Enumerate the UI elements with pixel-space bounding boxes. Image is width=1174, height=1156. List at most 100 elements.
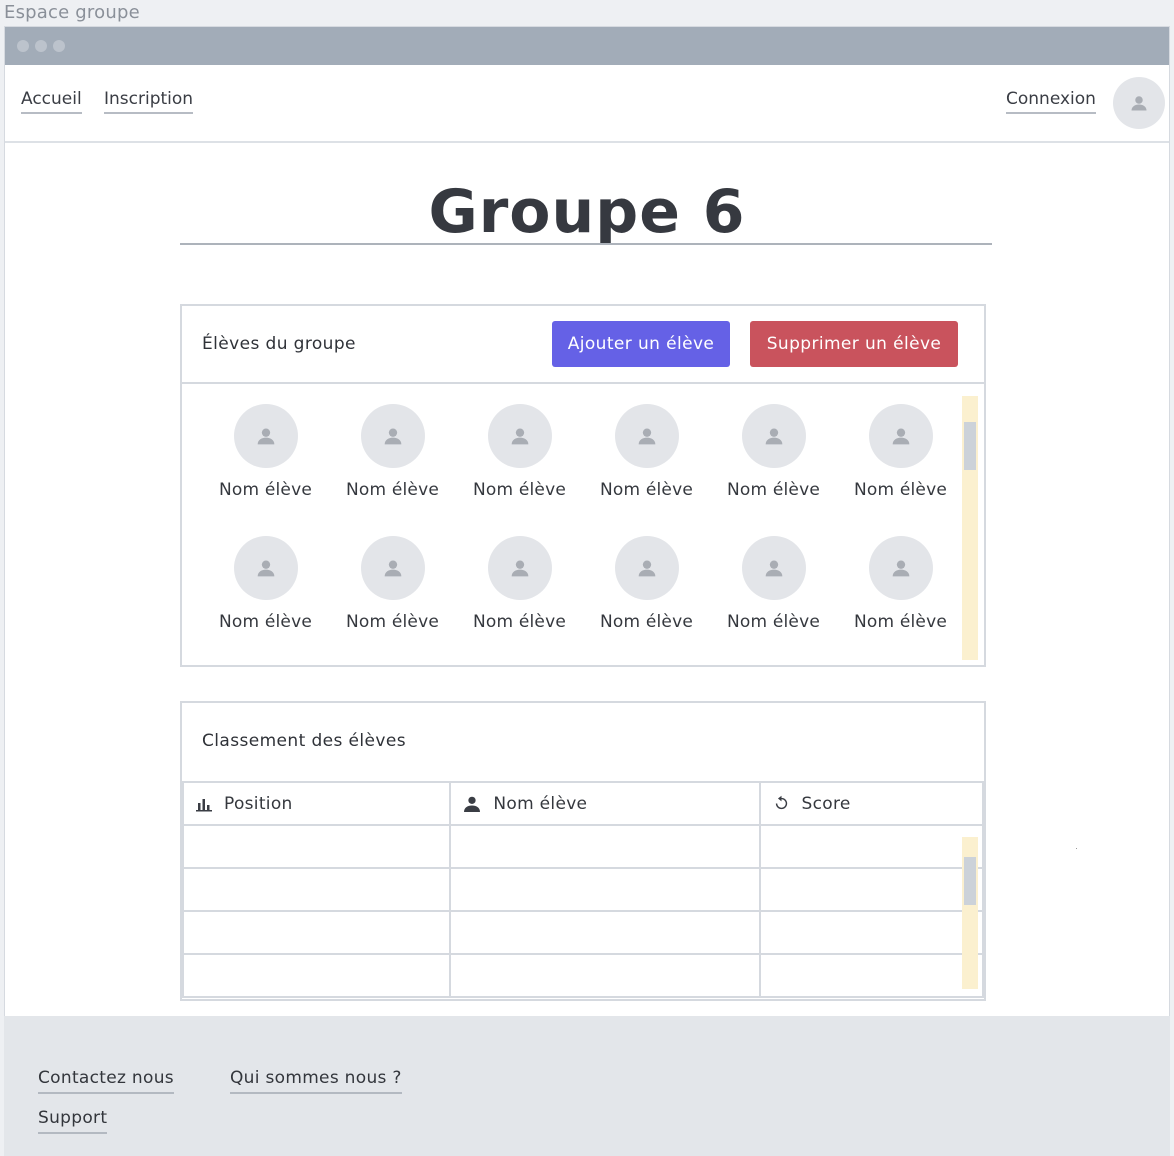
column-header-score[interactable]: Score bbox=[758, 781, 984, 826]
table-row[interactable] bbox=[181, 953, 984, 998]
students-card: Élèves du groupe Ajouter un élève Suppri… bbox=[180, 304, 986, 667]
students-grid: Nom élève Nom élève Nom élève Nom élève Nom … bbox=[202, 404, 964, 632]
table-cell bbox=[181, 953, 452, 998]
student-card[interactable]: Nom élève bbox=[710, 536, 837, 632]
window-dot-icon[interactable] bbox=[53, 40, 65, 52]
student-card[interactable]: Nom élève bbox=[329, 536, 456, 632]
person-icon bbox=[464, 796, 481, 812]
table-cell bbox=[449, 867, 761, 912]
person-icon bbox=[765, 560, 782, 577]
person-icon bbox=[638, 428, 655, 445]
students-scrollbar[interactable] bbox=[962, 396, 978, 660]
window-titlebar bbox=[5, 27, 1169, 65]
ranking-card-header: Classement des élèves bbox=[182, 703, 984, 781]
student-name: Nom élève bbox=[599, 480, 694, 500]
student-name: Nom élève bbox=[853, 480, 948, 500]
nav-link-connexion[interactable]: Connexion bbox=[1006, 89, 1096, 114]
student-card[interactable]: Nom élève bbox=[202, 404, 329, 500]
person-icon bbox=[384, 428, 401, 445]
student-card[interactable]: Nom élève bbox=[583, 404, 710, 500]
student-avatar bbox=[360, 404, 425, 468]
page-title: Groupe 6 bbox=[428, 177, 746, 247]
footer-link-support[interactable]: Support bbox=[38, 1108, 108, 1134]
students-card-header: Élèves du groupe Ajouter un élève Suppri… bbox=[182, 306, 984, 384]
student-card[interactable]: Nom élève bbox=[202, 536, 329, 632]
table-row[interactable] bbox=[181, 824, 984, 869]
student-avatar bbox=[614, 536, 679, 600]
student-name: Nom élève bbox=[218, 480, 313, 500]
person-icon bbox=[638, 560, 655, 577]
window-title: Espace groupe bbox=[4, 2, 140, 23]
refresh-icon bbox=[775, 795, 787, 810]
student-name: Nom élève bbox=[726, 480, 821, 500]
window-dot-icon[interactable] bbox=[17, 40, 29, 52]
table-cell bbox=[181, 867, 452, 912]
student-name: Nom élève bbox=[853, 612, 948, 632]
window-dot-icon[interactable] bbox=[35, 40, 47, 52]
person-icon bbox=[384, 560, 401, 577]
student-avatar bbox=[233, 536, 298, 600]
student-name: Nom élève bbox=[726, 612, 821, 632]
ranking-card-title: Classement des élèves bbox=[202, 731, 406, 751]
student-card[interactable]: Nom élève bbox=[837, 404, 964, 500]
column-label-score: Score bbox=[801, 793, 851, 814]
page-footer: Contactez nous Qui sommes nous ? Support bbox=[4, 1016, 1170, 1156]
student-avatar bbox=[868, 404, 933, 468]
column-label-position: Position bbox=[224, 793, 293, 814]
person-icon bbox=[1131, 96, 1147, 111]
students-scrollbar-thumb[interactable] bbox=[964, 422, 976, 470]
table-cell bbox=[758, 953, 984, 998]
column-header-position[interactable]: Position bbox=[181, 781, 452, 826]
delete-student-button[interactable]: Supprimer un élève bbox=[750, 321, 958, 367]
footer-link-contact[interactable]: Contactez nous bbox=[38, 1068, 174, 1094]
person-icon bbox=[257, 560, 274, 577]
bar-chart-icon bbox=[196, 798, 212, 811]
student-name: Nom élève bbox=[345, 480, 440, 500]
student-card[interactable]: Nom élève bbox=[456, 536, 583, 632]
person-icon bbox=[892, 428, 909, 445]
table-cell bbox=[181, 824, 452, 869]
column-header-name[interactable]: Nom élève bbox=[449, 781, 761, 826]
students-card-title: Élèves du groupe bbox=[202, 334, 356, 354]
student-avatar bbox=[487, 536, 552, 600]
student-card[interactable]: Nom élève bbox=[456, 404, 583, 500]
nav-link-accueil[interactable]: Accueil bbox=[21, 89, 82, 114]
student-card[interactable]: Nom élève bbox=[837, 536, 964, 632]
ranking-scrollbar-thumb[interactable] bbox=[964, 857, 976, 905]
table-cell bbox=[449, 910, 761, 955]
student-card[interactable]: Nom élève bbox=[583, 536, 710, 632]
student-name: Nom élève bbox=[218, 612, 313, 632]
ranking-card: Classement des élèves Position Nom élève… bbox=[180, 701, 986, 1001]
person-icon bbox=[892, 560, 909, 577]
student-card[interactable]: Nom élève bbox=[329, 404, 456, 500]
student-name: Nom élève bbox=[599, 612, 694, 632]
title-divider bbox=[180, 243, 992, 245]
table-row[interactable] bbox=[181, 910, 984, 955]
student-avatar bbox=[360, 536, 425, 600]
user-avatar[interactable] bbox=[1113, 77, 1165, 129]
table-cell bbox=[449, 953, 761, 998]
ranking-header-row: Position Nom élève Score bbox=[181, 781, 984, 826]
footer-link-about[interactable]: Qui sommes nous ? bbox=[230, 1068, 402, 1094]
add-student-button[interactable]: Ajouter un élève bbox=[552, 321, 730, 367]
student-avatar bbox=[741, 404, 806, 468]
student-name: Nom élève bbox=[472, 612, 567, 632]
student-card[interactable]: Nom élève bbox=[710, 404, 837, 500]
table-cell bbox=[758, 824, 984, 869]
nav-link-inscription[interactable]: Inscription bbox=[104, 89, 194, 114]
student-name: Nom élève bbox=[345, 612, 440, 632]
stray-pixel bbox=[1076, 848, 1077, 849]
ranking-scrollbar[interactable] bbox=[962, 837, 978, 989]
top-navbar: Accueil Inscription Connexion bbox=[5, 65, 1169, 143]
table-cell bbox=[181, 910, 452, 955]
person-icon bbox=[511, 560, 528, 577]
student-name: Nom élève bbox=[472, 480, 567, 500]
person-icon bbox=[257, 428, 274, 445]
person-icon bbox=[511, 428, 528, 445]
person-icon bbox=[765, 428, 782, 445]
table-cell bbox=[449, 824, 761, 869]
student-avatar bbox=[487, 404, 552, 468]
table-row[interactable] bbox=[181, 867, 984, 912]
column-label-name: Nom élève bbox=[493, 793, 588, 814]
table-cell bbox=[758, 867, 984, 912]
